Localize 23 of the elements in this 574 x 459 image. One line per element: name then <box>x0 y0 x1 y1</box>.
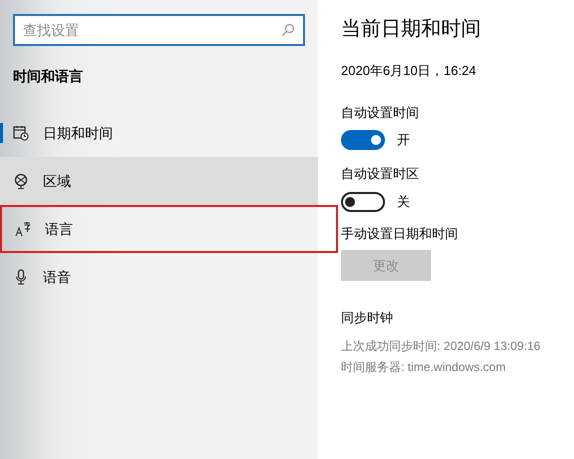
globe-icon <box>13 173 29 189</box>
section-heading: 时间和语言 <box>13 67 83 86</box>
toggle-switch[interactable] <box>341 192 385 212</box>
current-date-time: 2020年6月10日，16:24 <box>341 62 476 80</box>
page-title: 当前日期和时间 <box>341 17 481 42</box>
language-icon <box>15 221 31 237</box>
search-field[interactable]: 查找设置 <box>13 14 305 46</box>
microphone-icon <box>13 269 29 285</box>
nav-item[interactable]: 语言 <box>0 205 338 253</box>
nav-item[interactable]: 区域 <box>0 157 318 205</box>
setting-label: 自动设置时间 <box>341 104 419 122</box>
toggle-state: 开 <box>397 131 410 150</box>
nav-item[interactable]: 语音 <box>0 253 318 301</box>
setting-label: 自动设置时区 <box>341 165 419 183</box>
nav-item[interactable]: 日期和时间 <box>0 109 318 157</box>
sync-info: 上次成功同步时间: 2020/6/9 13:09:16 <box>341 338 540 354</box>
setting-label: 手动设置日期和时间 <box>341 224 458 242</box>
toggle-state: 关 <box>397 192 410 211</box>
sync-info: 时间服务器: time.windows.com <box>341 358 506 376</box>
calendar-clock-icon <box>13 125 29 141</box>
section-heading: 同步时钟 <box>341 309 393 327</box>
search-icon <box>281 23 295 37</box>
toggle-switch[interactable] <box>341 130 385 150</box>
